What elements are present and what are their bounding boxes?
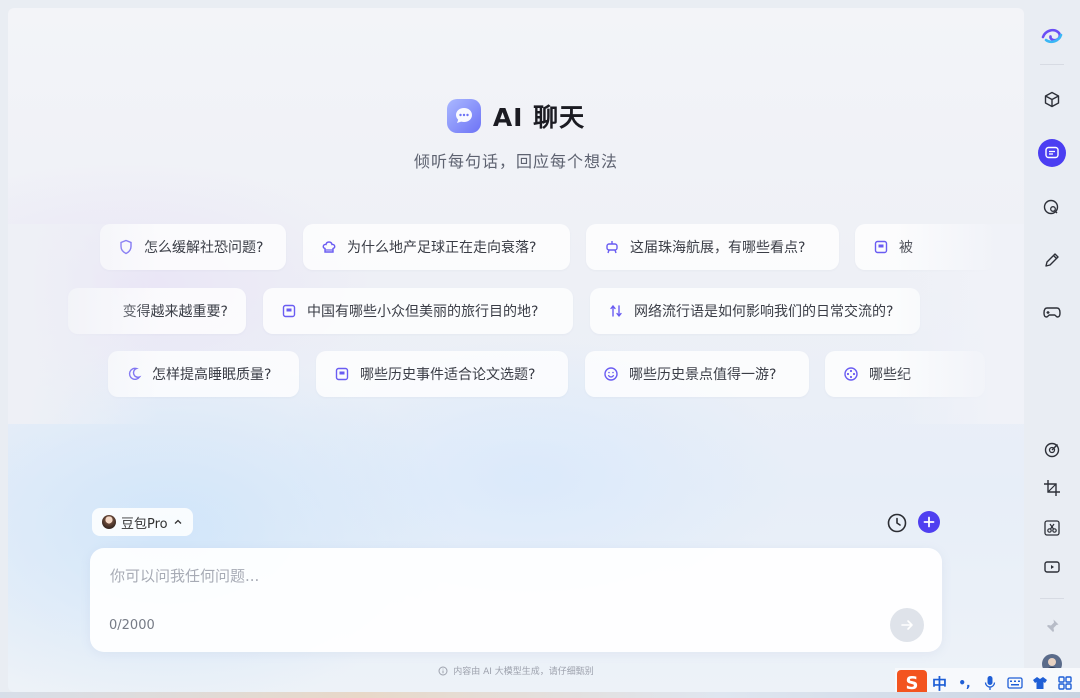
suggestion-text: 怎么缓解社恐问题? <box>144 240 264 256</box>
info-icon <box>438 666 448 675</box>
gamepad-icon <box>1043 307 1061 318</box>
sidebar-item-video[interactable] <box>1034 549 1070 585</box>
suggestion-text: 这届珠海航展，有哪些看点? <box>630 240 806 256</box>
search-globe-icon <box>1043 199 1059 215</box>
message-input[interactable] <box>110 562 890 590</box>
note-icon <box>874 240 888 254</box>
char-counter: 0/2000 <box>109 618 155 633</box>
pin-button[interactable] <box>1034 608 1070 644</box>
scissors-icon <box>1044 520 1060 536</box>
model-avatar <box>102 515 116 529</box>
suggestion-row: 怎样提高睡眠质量? 哪些历史事件适合论文选题? 哪些历史景点值得一游? 哪些纪 <box>8 351 1024 399</box>
new-chat-button[interactable] <box>918 511 940 533</box>
crop-icon <box>1044 480 1060 496</box>
page-title: AI 聊天 <box>492 103 586 132</box>
suggestion-text: 哪些纪 <box>869 367 911 383</box>
video-icon <box>1044 561 1060 573</box>
suggestion-row: 怎么缓解社恐问题? 为什么地产足球正在走向衰落? 这届珠海航展，有哪些看点? 被 <box>8 224 1024 272</box>
cube-plus-icon <box>1044 91 1060 108</box>
suggestion-chip[interactable]: 为什么地产足球正在走向衰落? <box>303 224 570 270</box>
send-button[interactable] <box>890 608 924 642</box>
shield-icon <box>120 239 132 255</box>
suggestion-carousel: 怎么缓解社恐问题? 为什么地产足球正在走向衰落? 这届珠海航展，有哪些看点? 被… <box>8 224 1024 424</box>
sidebar-item-write[interactable] <box>1034 242 1070 278</box>
target-icon <box>1044 442 1060 458</box>
suggestion-chip[interactable]: 中国有哪些小众但美丽的旅行目的地? <box>263 288 573 334</box>
hero-header: AI 聊天 倾听每句话，回应每个想法 <box>8 98 1024 172</box>
message-composer: 0/2000 <box>90 548 942 652</box>
chat-icon <box>1045 146 1059 159</box>
suggestion-text: 变得越来越重要? <box>122 304 228 320</box>
ai-disclaimer: 内容由 AI 大模型生成，请仔细甄别 <box>8 664 1024 677</box>
suggestion-text: 哪些历史景点值得一游? <box>629 367 777 383</box>
suggestion-row: 变得越来越重要? 中国有哪些小众但美丽的旅行目的地? 网络流行语是如何影响我们的… <box>8 288 1024 336</box>
suggestion-chip[interactable]: 被 <box>855 224 995 270</box>
sidebar-divider <box>1040 64 1064 65</box>
pin-icon <box>1046 619 1059 633</box>
pen-icon <box>1045 253 1059 267</box>
suggestion-chip[interactable]: 网络流行语是如何影响我们的日常交流的? <box>590 288 920 334</box>
suggestion-text: 哪些历史事件适合论文选题? <box>360 367 536 383</box>
smile-icon <box>604 367 618 381</box>
chevron-up-icon <box>174 519 182 524</box>
chef-hat-icon <box>322 241 336 253</box>
history-button[interactable] <box>886 512 908 534</box>
updown-arrows-icon <box>610 305 622 317</box>
film-reel-icon <box>844 367 858 381</box>
app-logo[interactable] <box>1034 18 1070 54</box>
keyboard-icon <box>1006 677 1023 689</box>
chat-main-panel: AI 聊天 倾听每句话，回应每个想法 怎么缓解社恐问题? 为什么地产足球正在走向… <box>8 8 1024 692</box>
model-label: 豆包Pro <box>121 516 168 532</box>
moon-icon <box>128 367 142 380</box>
robot-icon <box>606 241 618 254</box>
sidebar-item-target[interactable] <box>1034 432 1070 468</box>
suggestion-chip[interactable]: 哪些历史事件适合论文选题? <box>316 351 568 397</box>
model-selector[interactable]: 豆包Pro <box>92 508 193 536</box>
suggestion-chip[interactable]: 变得越来越重要? <box>68 288 246 334</box>
sidebar-divider <box>1040 598 1064 599</box>
sidebar-item-screenshot[interactable] <box>1034 510 1070 546</box>
suggestion-text: 怎样提高睡眠质量? <box>152 367 272 383</box>
suggestion-text: 中国有哪些小众但美丽的旅行目的地? <box>307 304 539 320</box>
sidebar-item-cube[interactable] <box>1034 82 1070 118</box>
sidebar-item-chat[interactable] <box>1038 139 1066 167</box>
suggestion-chip[interactable]: 哪些纪 <box>825 351 985 397</box>
note-icon <box>282 304 296 318</box>
arrow-right-icon <box>901 620 913 630</box>
disclaimer-text: 内容由 AI 大模型生成，请仔细甄别 <box>453 667 594 677</box>
clock-icon <box>887 513 907 533</box>
grid-icon <box>1057 676 1072 690</box>
shirt-icon <box>1032 677 1047 689</box>
chat-bubble-icon <box>446 99 481 133</box>
note-icon <box>335 367 349 381</box>
microphone-icon <box>984 676 995 690</box>
suggestion-chip[interactable]: 怎么缓解社恐问题? <box>100 224 286 270</box>
page-subtitle: 倾听每句话，回应每个想法 <box>413 152 618 171</box>
sidebar-item-game[interactable] <box>1034 294 1070 330</box>
taskbar-edge <box>0 692 1080 698</box>
right-sidebar <box>1024 0 1080 698</box>
suggestion-chip[interactable]: 哪些历史景点值得一游? <box>585 351 809 397</box>
logo-swirl-icon <box>1041 28 1063 44</box>
sidebar-item-crop[interactable] <box>1034 470 1070 506</box>
sidebar-item-search[interactable] <box>1034 190 1070 226</box>
suggestion-chip[interactable]: 怎样提高睡眠质量? <box>108 351 299 397</box>
suggestion-chip[interactable]: 这届珠海航展，有哪些看点? <box>586 224 839 270</box>
suggestion-text: 被 <box>899 240 913 256</box>
suggestion-text: 网络流行语是如何影响我们的日常交流的? <box>634 304 894 320</box>
plus-icon <box>923 516 935 528</box>
suggestion-text: 为什么地产足球正在走向衰落? <box>347 240 537 256</box>
